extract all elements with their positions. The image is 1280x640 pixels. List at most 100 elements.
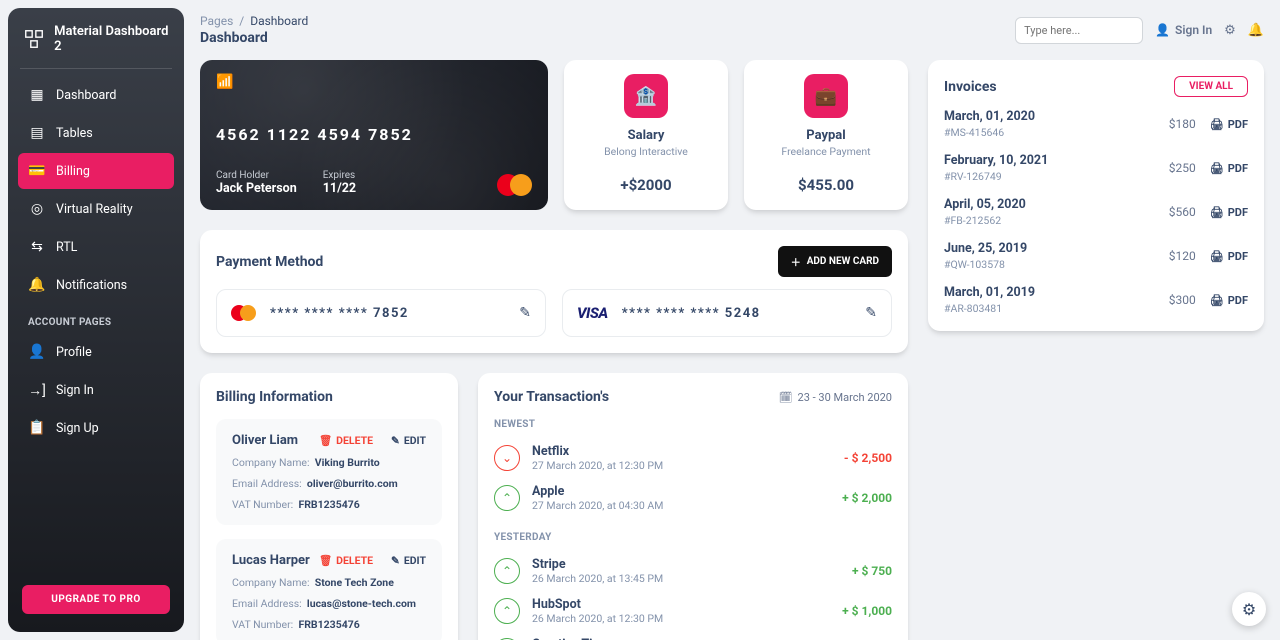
settings-fab[interactable]: ⚙: [1232, 592, 1266, 626]
tx-name: Apple: [532, 484, 663, 499]
tx-name: HubSpot: [532, 597, 663, 612]
info-card-paypal: 💼 Paypal Freelance Payment $455.00: [744, 60, 908, 210]
invoices-card: Invoices VIEW ALL March, 01, 2020 #MS-41…: [928, 60, 1264, 331]
transactions-title: Your Transaction's: [494, 389, 609, 405]
info-amount: +$2000: [620, 176, 671, 194]
invoice-id: #RV-126749: [944, 170, 1048, 183]
nav-icon: 👤: [28, 343, 46, 361]
mastercard-icon: [497, 174, 532, 196]
delete-button[interactable]: 🗑DELETE: [319, 434, 373, 447]
sidebar-item-virtual-reality[interactable]: ◎Virtual Reality: [18, 191, 174, 227]
divider: [20, 68, 172, 69]
pdf-button[interactable]: 🖨PDF: [1210, 118, 1248, 131]
card-masked: **** **** **** 5248: [622, 306, 761, 321]
sidebar-item-notifications[interactable]: 🔔 Notifications: [18, 267, 174, 303]
breadcrumb-block: Pages / Dashboard Dashboard: [200, 14, 308, 46]
invoice-id: #MS-415646: [944, 126, 1035, 139]
holder-label: Card Holder: [216, 170, 297, 181]
arrow-up-icon: ⌃: [494, 558, 520, 584]
transactions-card: Your Transaction's 🗓 23 - 30 March 2020 …: [478, 373, 908, 640]
info-title: Salary: [628, 128, 665, 143]
upgrade-button[interactable]: UPGRADE TO PRO: [22, 585, 170, 614]
invoice-amount: $120: [1169, 249, 1196, 263]
tx-newest-label: NEWEST: [494, 419, 892, 430]
tx-date: 27 March 2020, at 12:30 PM: [532, 459, 663, 472]
tx-name: Netflix: [532, 444, 663, 459]
sidebar-item-profile[interactable]: 👤 Profile: [18, 334, 174, 370]
arrow-down-icon: ⌄: [494, 445, 520, 471]
search-input[interactable]: [1015, 17, 1143, 44]
sidebar-item-sign-in[interactable]: →] Sign In: [18, 372, 174, 408]
billing-name: Oliver Liam: [232, 433, 298, 448]
tx-date: 26 March 2020, at 13:45 PM: [532, 572, 663, 585]
expires-label: Expires: [323, 170, 356, 181]
pdf-button[interactable]: 🖨PDF: [1210, 250, 1248, 263]
nav-label: Dashboard: [56, 88, 116, 103]
tx-amount: + $ 1,000: [842, 604, 892, 618]
nav-label: Notifications: [56, 278, 127, 293]
invoice-amount: $560: [1169, 205, 1196, 219]
nav-icon: →]: [28, 381, 46, 399]
info-sub: Belong Interactive: [604, 145, 688, 158]
pdf-button[interactable]: 🖨PDF: [1210, 294, 1248, 307]
invoice-row: April, 05, 2020 #FB-212562 $560 🖨PDF: [944, 197, 1248, 227]
payment-card: **** **** **** 7852 ✎: [216, 289, 546, 337]
add-card-button[interactable]: ＋ ADD NEW CARD: [778, 246, 892, 277]
payment-card: VISA**** **** **** 5248 ✎: [562, 289, 892, 337]
signin-label: Sign In: [1175, 23, 1212, 37]
edit-button[interactable]: ✎EDIT: [391, 434, 426, 447]
nav-label: Sign In: [56, 383, 94, 398]
card-masked: **** **** **** 7852: [270, 306, 409, 321]
signin-link[interactable]: 👤 Sign In: [1155, 23, 1212, 37]
tx-date: 26 March 2020, at 12:30 PM: [532, 612, 663, 625]
nav-label: Billing: [56, 164, 90, 179]
plus-icon: ＋: [791, 254, 801, 269]
nav-label: Tables: [56, 126, 93, 141]
sidebar: Material Dashboard 2 ▦Dashboard▤Tables💳B…: [8, 8, 184, 632]
info-title: Paypal: [806, 128, 845, 143]
transaction-row: ⌃ Creative Tim 26 March 2020, at 08:30 A…: [494, 631, 892, 640]
breadcrumb-current: Dashboard: [250, 14, 308, 28]
invoice-date: February, 10, 2021: [944, 153, 1048, 168]
nav-icon: 🔔: [28, 276, 46, 294]
invoice-amount: $300: [1169, 293, 1196, 307]
page-title: Dashboard: [200, 30, 308, 46]
sidebar-item-tables[interactable]: ▤Tables: [18, 115, 174, 151]
nav-label: Profile: [56, 345, 92, 360]
arrow-up-icon: ⌃: [494, 485, 520, 511]
breadcrumb-root[interactable]: Pages: [200, 14, 233, 28]
invoice-id: #AR-803481: [944, 302, 1035, 315]
top-actions: 👤 Sign In ⚙ 🔔: [1015, 17, 1264, 44]
pdf-icon: 🖨: [1210, 118, 1224, 131]
gear-icon[interactable]: ⚙: [1224, 23, 1236, 38]
transaction-row: ⌃ Stripe 26 March 2020, at 13:45 PM + $ …: [494, 551, 892, 591]
edit-button[interactable]: ✎EDIT: [391, 554, 426, 567]
nav-icon: ▦: [28, 86, 46, 104]
invoice-id: #FB-212562: [944, 214, 1026, 227]
view-all-button[interactable]: VIEW ALL: [1174, 76, 1248, 97]
invoice-date: June, 25, 2019: [944, 241, 1027, 256]
nav-icon: ◎: [28, 200, 46, 218]
invoice-id: #QW-103578: [944, 258, 1027, 271]
sidebar-item-sign-up[interactable]: 📋Sign Up: [18, 410, 174, 446]
edit-icon[interactable]: ✎: [865, 305, 877, 321]
sidebar-item-billing[interactable]: 💳Billing: [18, 153, 174, 189]
payment-method-title: Payment Method: [216, 254, 323, 270]
billing-item: Oliver Liam 🗑DELETE ✎EDIT Company Name: …: [216, 419, 442, 525]
delete-button[interactable]: 🗑DELETE: [319, 554, 373, 567]
pdf-button[interactable]: 🖨PDF: [1210, 206, 1248, 219]
tx-name: Stripe: [532, 557, 663, 572]
edit-icon[interactable]: ✎: [519, 305, 531, 321]
credit-card: 📶 4562 1122 4594 7852 Card Holder Jack P…: [200, 60, 548, 210]
invoice-row: March, 01, 2019 #AR-803481 $300 🖨PDF: [944, 285, 1248, 315]
sidebar-item-rtl[interactable]: ⇆RTL: [18, 229, 174, 265]
pdf-icon: 🖨: [1210, 250, 1224, 263]
pencil-icon: ✎: [391, 554, 400, 567]
nav-label: RTL: [56, 240, 77, 255]
bell-icon[interactable]: 🔔: [1248, 23, 1264, 38]
pdf-button[interactable]: 🖨PDF: [1210, 162, 1248, 175]
sidebar-item-dashboard[interactable]: ▦ Dashboard: [18, 77, 174, 113]
card-number: 4562 1122 4594 7852: [216, 125, 532, 144]
info-sub: Freelance Payment: [781, 145, 870, 158]
breadcrumb: Pages / Dashboard: [200, 14, 308, 28]
